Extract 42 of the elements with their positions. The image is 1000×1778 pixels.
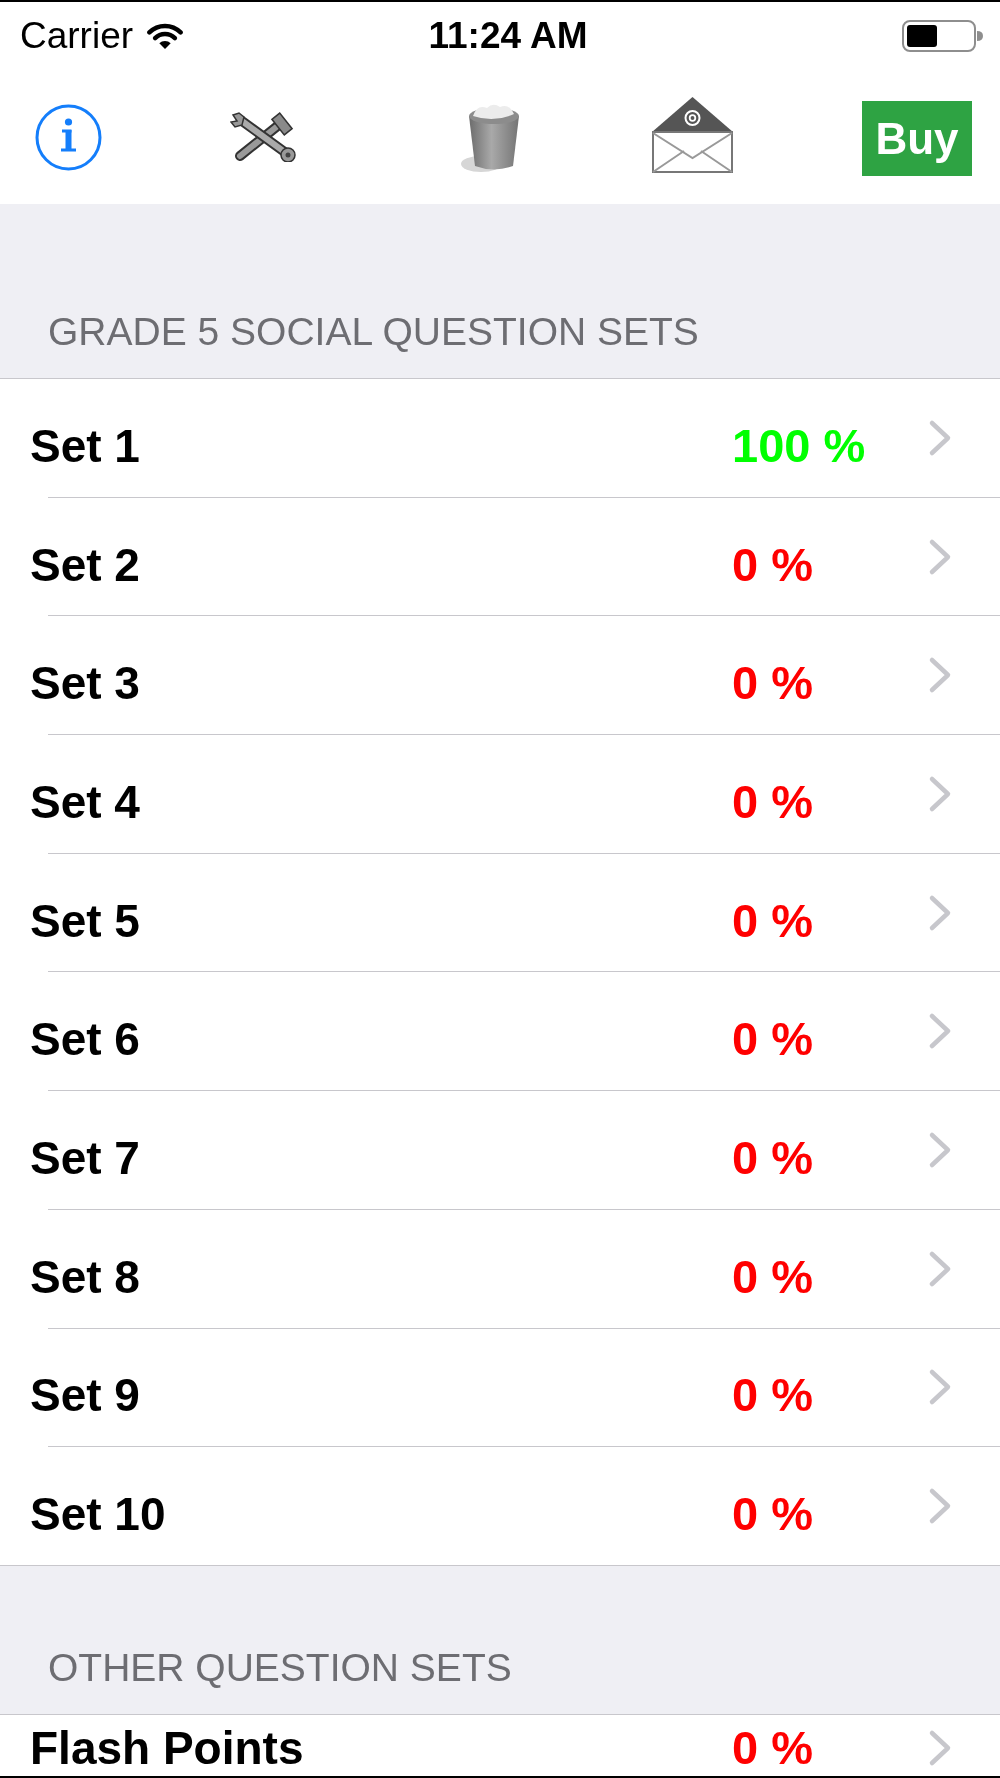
info-icon[interactable] <box>35 103 102 171</box>
row-title: Set 9 <box>30 1368 141 1423</box>
chevron-icon <box>928 537 952 576</box>
chevron-icon <box>928 774 952 813</box>
chevron-icon <box>928 1368 952 1407</box>
chevron-icon <box>928 1012 952 1051</box>
row-title: Flash Points <box>30 1720 305 1775</box>
status-time: 11:24 AM <box>428 15 588 56</box>
row-title: Set 3 <box>30 656 141 711</box>
score-label: 100 % <box>732 418 866 473</box>
section-header: OTHER QUESTION SETS <box>48 1645 512 1690</box>
score-label: 0 % <box>732 893 813 948</box>
row-title: Set 10 <box>30 1487 167 1542</box>
chevron-icon <box>928 418 952 457</box>
envelope-icon[interactable] <box>652 95 733 173</box>
carrier-label: Carrier <box>20 14 134 58</box>
score-label: 0 % <box>732 656 813 711</box>
row-title: Set 1 <box>30 418 141 473</box>
score-label: 0 % <box>732 774 813 829</box>
score-label: 0 % <box>732 1368 813 1423</box>
score-label: 0 % <box>732 1249 813 1304</box>
row-title: Set 4 <box>30 774 141 829</box>
row-title: Set 5 <box>30 893 141 948</box>
chevron-icon <box>928 893 952 932</box>
row-title: Set 2 <box>30 537 141 592</box>
chevron-icon <box>928 656 952 695</box>
score-label: 0 % <box>732 1012 813 1067</box>
chevron-icon <box>928 1249 952 1288</box>
wifi-icon <box>147 22 184 50</box>
row-title: Set 7 <box>30 1130 141 1185</box>
score-label: 0 % <box>732 1487 813 1542</box>
chevron-icon <box>928 1728 952 1767</box>
battery-icon <box>902 20 984 52</box>
score-label: 0 % <box>732 1130 813 1185</box>
chevron-icon <box>928 1487 952 1526</box>
score-label: 0 % <box>732 1720 813 1775</box>
chevron-icon <box>928 1130 952 1169</box>
tools-icon[interactable] <box>230 112 298 162</box>
row-title: Set 8 <box>30 1249 141 1304</box>
section-header: GRADE 5 SOCIAL QUESTION SETS <box>48 310 699 354</box>
row-title: Set 6 <box>30 1012 141 1067</box>
score-label: 0 % <box>732 537 813 592</box>
